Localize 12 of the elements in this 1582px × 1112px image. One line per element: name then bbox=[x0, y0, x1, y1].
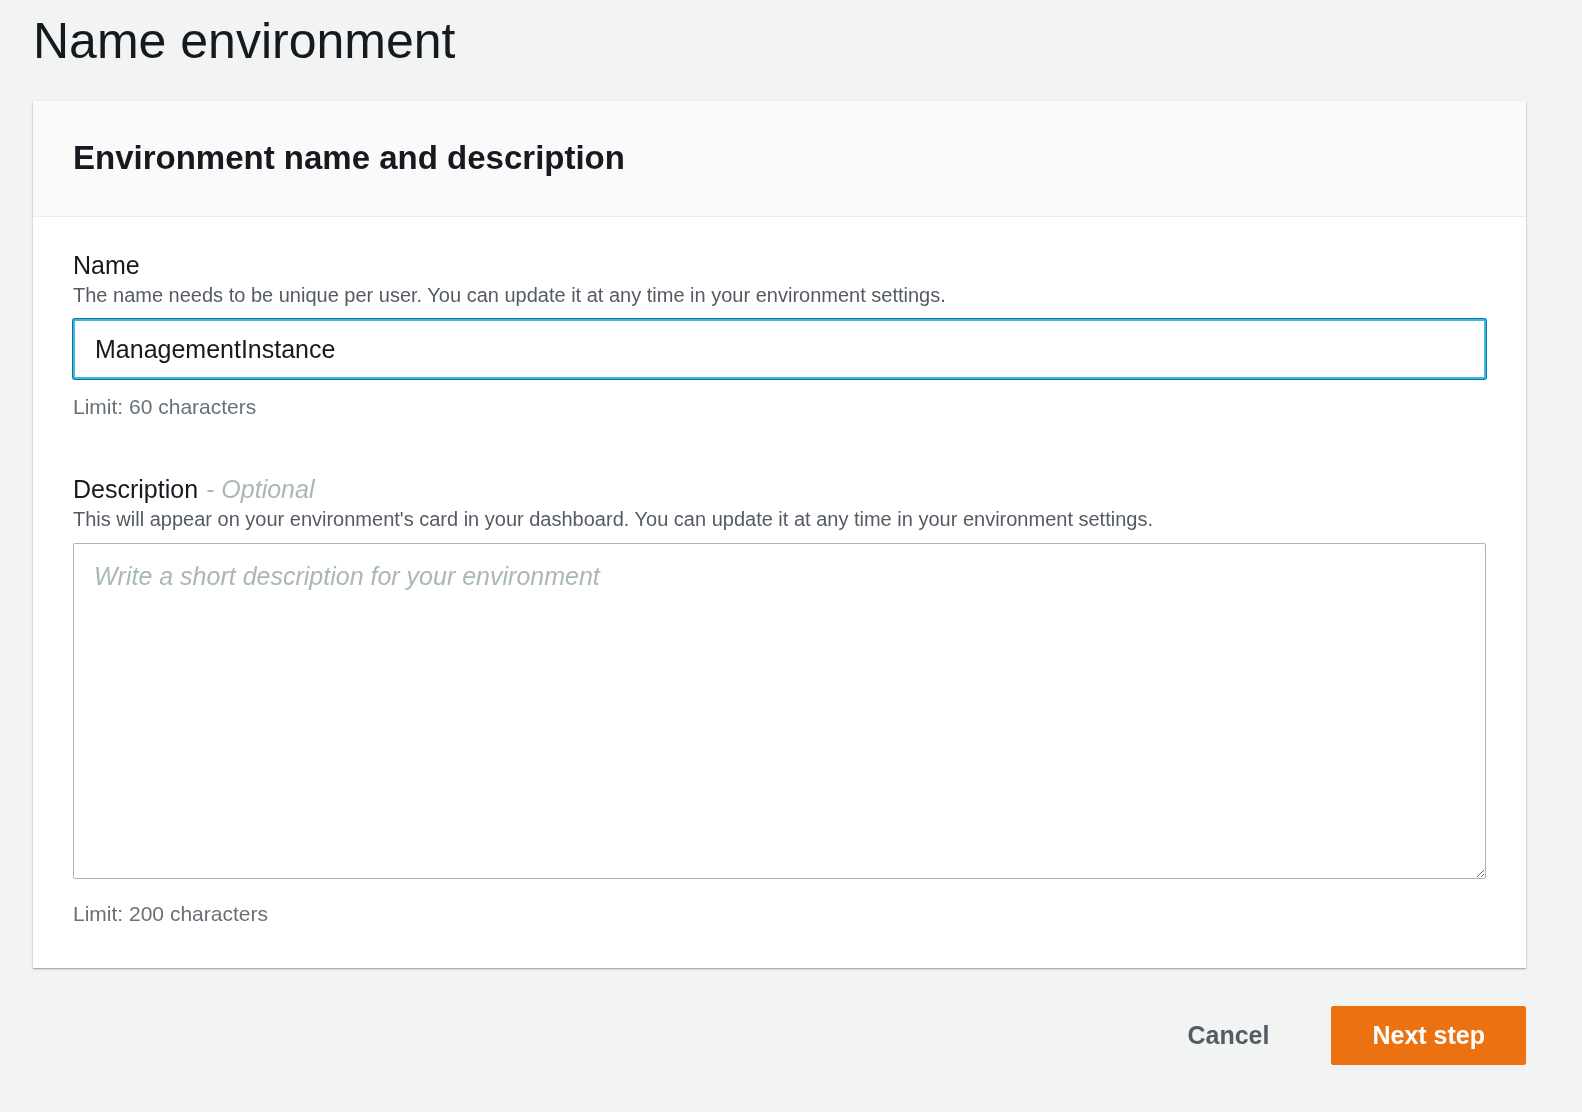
field-label: Name bbox=[73, 249, 140, 281]
field-description: The name needs to be unique per user. You can update it at any time in your environment settings. bbox=[73, 283, 947, 309]
page-title: Name environment bbox=[33, 14, 457, 69]
character-limit: Limit: 200 characters bbox=[73, 901, 269, 928]
field-description: This will appear on your environment's card in your dashboard. You can update it at any time in your environment settings. bbox=[73, 507, 1154, 533]
optional-tag: - Optional bbox=[206, 472, 315, 506]
card-title: Environment name and description bbox=[73, 138, 626, 178]
description-textarea[interactable]: Write a short description for your environment bbox=[73, 543, 1486, 880]
character-limit: Limit: 60 characters bbox=[73, 394, 258, 421]
cancel-button[interactable]: Cancel bbox=[1155, 1005, 1302, 1066]
name-input-field[interactable]: ManagementInstance bbox=[73, 319, 1486, 380]
field-label: Description bbox=[73, 473, 199, 505]
